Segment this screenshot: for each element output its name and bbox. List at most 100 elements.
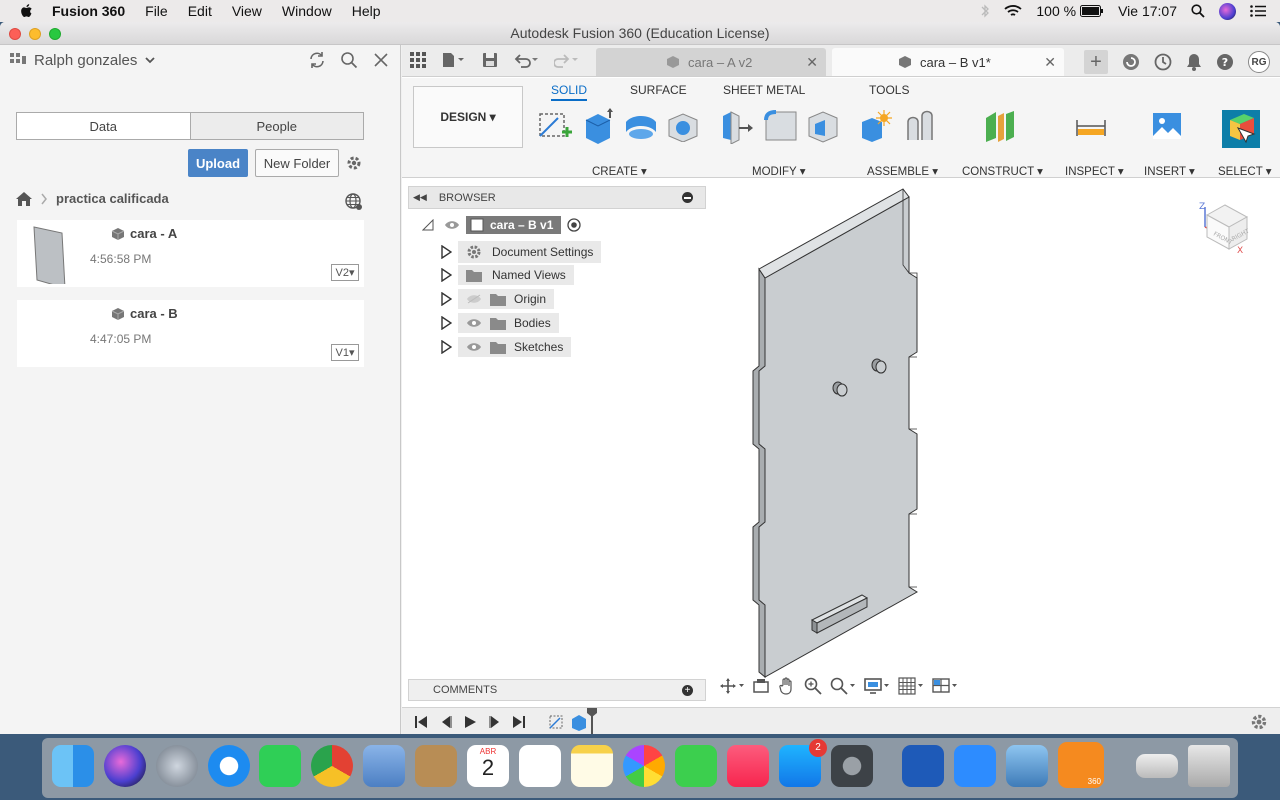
tab-sheet-metal[interactable]: SHEET METAL (723, 83, 805, 97)
new-component-icon[interactable] (860, 110, 892, 144)
expand-triangle-icon[interactable] (440, 268, 452, 282)
display-settings-icon[interactable] (864, 677, 890, 695)
timeline-marker[interactable] (586, 708, 598, 734)
visibility-eye-icon[interactable] (466, 318, 482, 328)
inspect-menu[interactable]: INSPECT ▾ (1065, 164, 1124, 178)
tree-node-named-views[interactable]: Named Views (440, 265, 574, 285)
expand-triangle-icon[interactable] (440, 245, 452, 259)
timeline-sketch-feature-icon[interactable] (548, 713, 566, 731)
apple-menu-icon[interactable] (18, 2, 36, 20)
go-to-start-icon[interactable] (414, 715, 428, 729)
help-icon[interactable]: ? (1216, 53, 1234, 71)
version-dropdown[interactable]: V1 ▾ (331, 344, 359, 361)
step-back-icon[interactable] (439, 715, 453, 729)
extrude-icon[interactable] (582, 108, 614, 144)
shell-icon[interactable] (807, 110, 841, 144)
app-name-menu[interactable]: Fusion 360 (52, 3, 125, 19)
look-at-icon[interactable] (752, 678, 770, 694)
timeline-settings-gear-icon[interactable] (1250, 713, 1268, 731)
battery-icon[interactable] (1080, 5, 1104, 17)
create-menu[interactable]: CREATE ▾ (592, 164, 647, 178)
clock[interactable]: Vie 17:07 (1118, 3, 1177, 19)
redo-icon[interactable] (554, 52, 578, 68)
save-icon[interactable] (482, 52, 498, 68)
step-forward-icon[interactable] (488, 715, 502, 729)
tab-data[interactable]: Data (17, 113, 190, 139)
fit-zoom-icon[interactable] (830, 677, 856, 695)
hole-icon[interactable] (667, 112, 699, 142)
launchpad-icon[interactable] (156, 745, 198, 787)
menu-window[interactable]: Window (282, 3, 332, 19)
mail-stamp-icon[interactable] (363, 745, 405, 787)
system-preferences-icon[interactable] (831, 745, 873, 787)
spotlight-search-icon[interactable] (1191, 4, 1205, 18)
undo-icon[interactable] (514, 52, 538, 68)
contacts-icon[interactable] (415, 745, 457, 787)
facetime-icon[interactable] (675, 745, 717, 787)
notes-icon[interactable] (571, 745, 613, 787)
3d-viewport[interactable]: Z X FRONT RIGHT (707, 179, 1280, 706)
chevron-down-icon[interactable] (145, 56, 156, 64)
wifi-icon[interactable] (1004, 4, 1022, 18)
tree-node-document-settings[interactable]: Document Settings (440, 241, 602, 263)
tab-tools[interactable]: TOOLS (869, 83, 909, 97)
close-tab-icon[interactable]: ✕ (806, 54, 818, 71)
play-icon[interactable] (463, 715, 477, 729)
zoom-app-icon[interactable] (954, 745, 996, 787)
refresh-icon[interactable] (308, 51, 326, 69)
notifications-bell-icon[interactable] (1186, 53, 1202, 71)
tree-node-bodies[interactable]: Bodies (440, 313, 559, 333)
breadcrumb-project[interactable]: practica calificada (56, 191, 169, 206)
tab-cara-a[interactable]: cara – A v2 ✕ (596, 48, 826, 76)
close-tab-icon[interactable]: ✕ (1044, 54, 1056, 71)
music-icon[interactable] (727, 745, 769, 787)
add-comment-icon[interactable]: + (682, 685, 693, 696)
gear-icon[interactable] (345, 154, 363, 172)
tab-surface[interactable]: SURFACE (630, 83, 687, 97)
component-root[interactable]: cara – B v1 (466, 216, 562, 234)
modify-menu[interactable]: MODIFY ▾ (752, 164, 805, 178)
new-folder-button[interactable]: New Folder (255, 149, 339, 177)
joint-icon[interactable] (904, 110, 936, 144)
expand-triangle-icon[interactable] (440, 292, 452, 306)
chrome-icon[interactable] (311, 745, 353, 787)
zoom-window-button[interactable] (49, 28, 61, 40)
browser-root-node[interactable]: cara – B v1 (422, 216, 582, 234)
file-card-cara-a[interactable]: cara - A 4:56:58 PM V2 ▾ (17, 220, 364, 287)
user-avatar[interactable]: RG (1248, 51, 1270, 73)
preview-icon[interactable] (1006, 745, 1048, 787)
menu-edit[interactable]: Edit (188, 3, 212, 19)
data-panel-grid-icon[interactable] (410, 52, 426, 68)
upload-button[interactable]: Upload (188, 149, 248, 177)
assemble-menu[interactable]: ASSEMBLE ▾ (867, 164, 938, 178)
new-tab-button[interactable]: + (1084, 50, 1108, 74)
file-menu-icon[interactable] (442, 52, 466, 68)
fusion-360-dock-icon[interactable]: 360 (1058, 742, 1104, 788)
visibility-eye-icon[interactable] (466, 342, 482, 352)
photos-icon[interactable] (623, 745, 665, 787)
file-card-cara-b[interactable]: cara - B 4:47:05 PM V1 ▾ (17, 300, 364, 367)
search-icon[interactable] (340, 51, 358, 69)
extensions-icon[interactable] (1122, 53, 1140, 71)
app-store-icon[interactable]: 2 (779, 739, 827, 787)
menu-help[interactable]: Help (352, 3, 381, 19)
offset-plane-icon[interactable] (984, 110, 1016, 144)
expand-triangle-icon[interactable] (440, 316, 452, 330)
job-status-icon[interactable] (1154, 53, 1172, 71)
zoom-icon[interactable] (804, 677, 822, 695)
viewports-icon[interactable] (932, 677, 958, 695)
insert-canvas-icon[interactable] (1152, 112, 1182, 140)
siri-icon[interactable] (1219, 2, 1236, 20)
title-bar[interactable]: Autodesk Fusion 360 (Education License) (0, 22, 1280, 45)
browser-panel-header[interactable]: ◀◀ BROWSER (408, 186, 706, 209)
insert-menu[interactable]: INSERT ▾ (1144, 164, 1195, 178)
visibility-eye-icon[interactable] (444, 220, 460, 230)
minimize-window-button[interactable] (29, 28, 41, 40)
measure-icon[interactable] (1075, 118, 1107, 138)
comments-panel[interactable]: COMMENTS + (408, 679, 706, 701)
press-pull-icon[interactable] (721, 110, 755, 144)
bluetooth-icon[interactable] (980, 4, 990, 18)
collapse-browser-icon[interactable]: ◀◀ (413, 192, 427, 203)
whatsapp-icon[interactable] (259, 745, 301, 787)
expand-triangle-icon[interactable] (422, 219, 434, 231)
